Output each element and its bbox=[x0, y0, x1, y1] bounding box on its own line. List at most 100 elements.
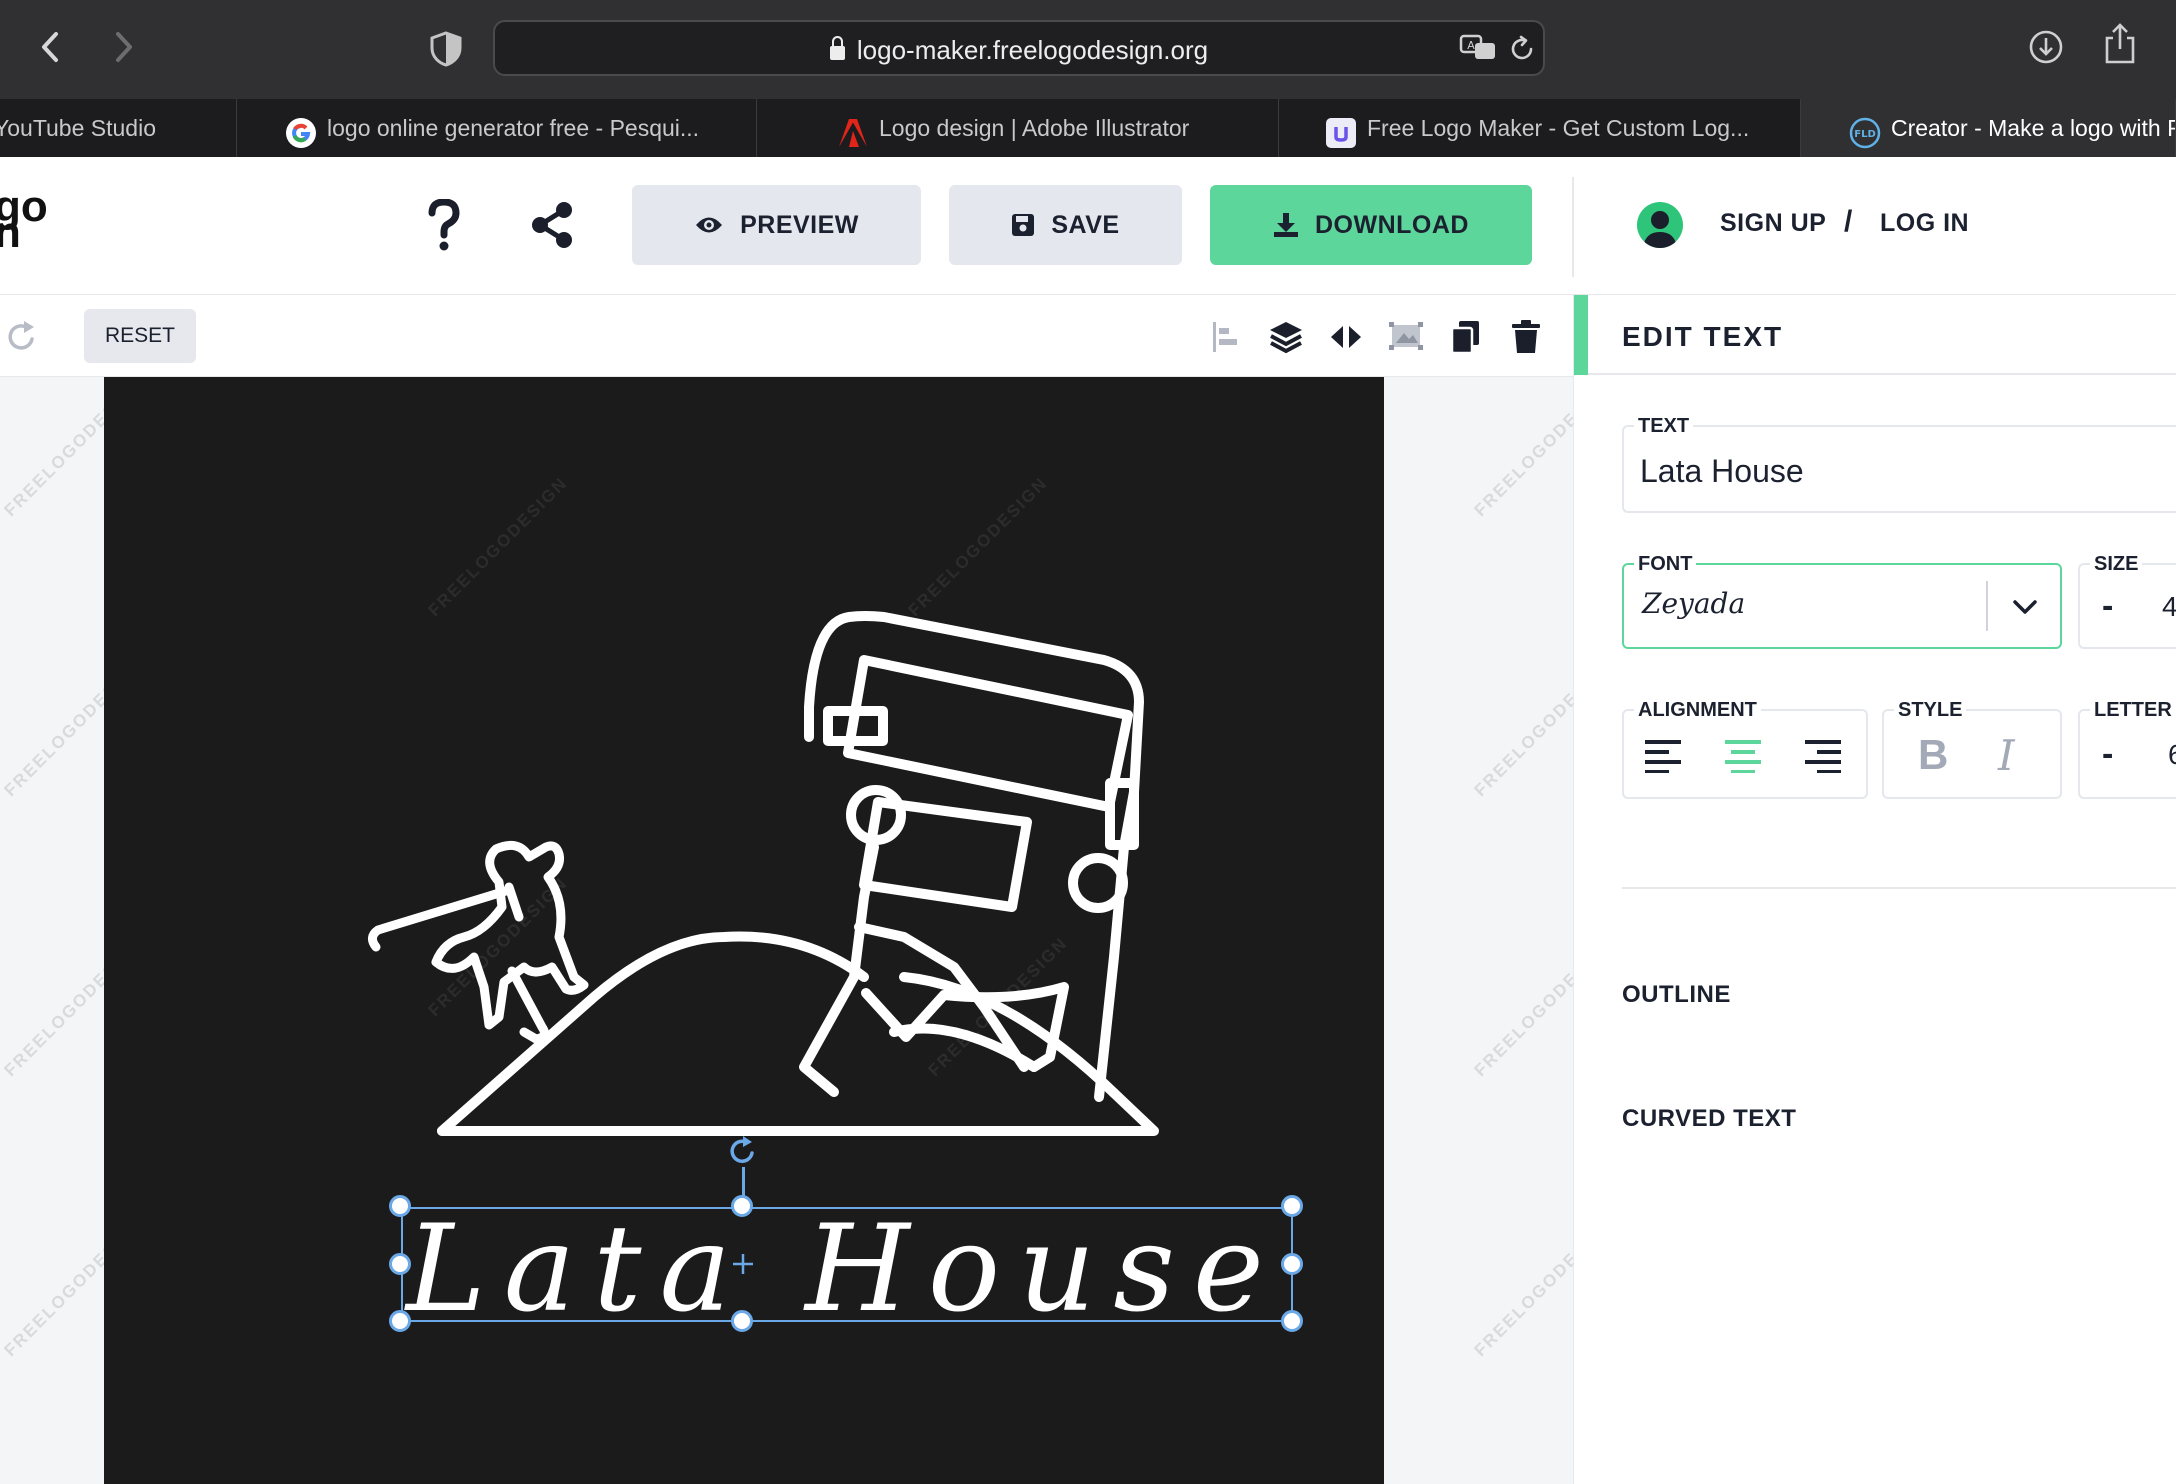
alignment-label: ALIGNMENT bbox=[1634, 699, 1761, 722]
tab-google-search[interactable]: logo online generator free - Pesqui... bbox=[237, 99, 757, 157]
translate-icon[interactable]: A bbox=[1459, 33, 1499, 63]
canvas-area: FREELOGODESIGN FREELOGODESIGN FREELOGODE… bbox=[0, 377, 1573, 1484]
font-label: FONT bbox=[1634, 553, 1697, 576]
style-label: STYLE bbox=[1894, 699, 1967, 722]
share-nodes-icon[interactable] bbox=[530, 201, 574, 249]
align-objects-icon[interactable] bbox=[1208, 319, 1244, 355]
size-decrease-button[interactable]: - bbox=[2102, 587, 2113, 626]
text-field-label: TEXT bbox=[1634, 415, 1694, 438]
select-divider bbox=[1986, 581, 1988, 631]
font-select[interactable]: FONT Zeyada bbox=[1622, 553, 2062, 649]
edit-text-panel: EDIT TEXT TEXT Lata House FONT Zeyada SI… bbox=[1573, 295, 2176, 1484]
size-value[interactable]: 4 bbox=[2162, 591, 2176, 623]
layers-icon[interactable] bbox=[1268, 319, 1304, 355]
chevron-down-icon[interactable] bbox=[2010, 593, 2040, 621]
google-icon bbox=[285, 112, 317, 148]
curved-text-toggle[interactable]: CURVED TEXT bbox=[1622, 1105, 1796, 1133]
reload-icon[interactable] bbox=[1507, 34, 1537, 64]
preview-label: PREVIEW bbox=[740, 210, 859, 239]
preview-button[interactable]: PREVIEW bbox=[632, 185, 921, 265]
size-label: SIZE bbox=[2090, 553, 2143, 576]
tab-bar: YouTube Studio logo online generator fre… bbox=[0, 99, 2176, 157]
section-divider bbox=[1622, 887, 2176, 889]
resize-handle-tl[interactable] bbox=[389, 1195, 411, 1217]
outline-toggle[interactable]: OUTLINE bbox=[1622, 981, 1731, 1009]
resize-handle-br[interactable] bbox=[1281, 1310, 1303, 1332]
tab-adobe-illustrator[interactable]: Logo design | Adobe Illustrator bbox=[757, 99, 1279, 157]
align-left-icon[interactable] bbox=[1644, 737, 1682, 773]
text-field[interactable]: TEXT Lata House bbox=[1622, 415, 2176, 513]
avatar[interactable] bbox=[1637, 202, 1683, 248]
panel-divider bbox=[1588, 373, 2176, 375]
bold-toggle[interactable]: B bbox=[1918, 731, 1948, 779]
panel-accent-bar bbox=[1574, 295, 1588, 375]
browser-toolbar: logo-maker.freelogodesign.org A bbox=[0, 0, 2176, 99]
tab-label: YouTube Studio bbox=[0, 115, 156, 141]
letter-decrease-button[interactable]: - bbox=[2102, 735, 2113, 774]
tab-youtube-studio[interactable]: YouTube Studio bbox=[0, 99, 237, 157]
app-header: go n PREVIEW SAVE DOWNLOAD SIGN UP / LOG… bbox=[0, 157, 2176, 295]
svg-text:FLD: FLD bbox=[1854, 129, 1876, 140]
downloads-icon[interactable] bbox=[2027, 28, 2065, 66]
align-center-icon[interactable] bbox=[1724, 737, 1762, 773]
italic-toggle[interactable]: I bbox=[1998, 731, 2015, 780]
text-input[interactable]: Lata House bbox=[1640, 453, 1804, 490]
tab-label: Logo design | Adobe Illustrator bbox=[879, 115, 1190, 141]
adobe-icon bbox=[837, 112, 869, 147]
letter-label: LETTER bbox=[2090, 699, 2176, 722]
watermark: FREELOGODESIGN bbox=[1470, 377, 1573, 521]
tab-free-logo-maker[interactable]: Free Logo Maker - Get Custom Log... bbox=[1279, 99, 1801, 157]
jeep-dog-illustration[interactable] bbox=[104, 377, 1384, 1177]
save-label: SAVE bbox=[1051, 210, 1120, 239]
resize-handle-mr[interactable] bbox=[1281, 1253, 1303, 1275]
letter-spacing-stepper[interactable]: LETTER - 6 bbox=[2078, 699, 2176, 799]
watermark: FREELOGODESIGN bbox=[1470, 653, 1573, 801]
log-in-link[interactable]: LOG IN bbox=[1880, 209, 1969, 238]
resize-handle-bl[interactable] bbox=[389, 1310, 411, 1332]
download-button[interactable]: DOWNLOAD bbox=[1210, 185, 1532, 265]
edit-toolbar: RESET bbox=[0, 295, 1573, 377]
back-icon[interactable] bbox=[26, 22, 76, 72]
resize-handle-ml[interactable] bbox=[389, 1253, 411, 1275]
sign-up-link[interactable]: SIGN UP bbox=[1720, 209, 1826, 238]
flip-icon[interactable] bbox=[1328, 319, 1364, 355]
forward-icon[interactable] bbox=[98, 22, 148, 72]
duplicate-icon[interactable] bbox=[1448, 319, 1484, 355]
watermark: FREELOGODESIGN bbox=[1470, 1213, 1573, 1361]
group-icon[interactable] bbox=[1388, 319, 1424, 355]
alignment-group: ALIGNMENT bbox=[1622, 699, 1868, 799]
tab-label: logo online generator free - Pesqui... bbox=[327, 115, 700, 141]
align-right-icon[interactable] bbox=[1804, 737, 1842, 773]
auth-separator: / bbox=[1844, 205, 1853, 238]
shield-icon[interactable] bbox=[428, 30, 464, 68]
logo-maker-icon bbox=[1325, 112, 1357, 148]
share-icon[interactable] bbox=[2101, 22, 2139, 66]
selection-box bbox=[401, 1207, 1293, 1322]
tab-creator[interactable]: FLD Creator - Make a logo with F bbox=[1801, 99, 2176, 157]
watermark: FREELOGODESIGN bbox=[1470, 933, 1573, 1081]
download-icon bbox=[1274, 213, 1298, 237]
tab-label: Creator - Make a logo with F bbox=[1891, 115, 2176, 141]
address-bar[interactable]: logo-maker.freelogodesign.org A bbox=[493, 20, 1545, 76]
rotate-handle-icon[interactable] bbox=[726, 1135, 760, 1169]
reset-button[interactable]: RESET bbox=[84, 309, 196, 363]
letter-value[interactable]: 6 bbox=[2168, 739, 2176, 771]
panel-title: EDIT TEXT bbox=[1622, 321, 1784, 352]
help-icon[interactable] bbox=[424, 198, 464, 253]
url-text: logo-maker.freelogodesign.org bbox=[856, 35, 1209, 65]
save-button[interactable]: SAVE bbox=[949, 185, 1182, 265]
delete-icon[interactable] bbox=[1508, 319, 1544, 355]
size-stepper[interactable]: SIZE - 4 bbox=[2078, 553, 2176, 649]
resize-handle-bm[interactable] bbox=[731, 1310, 753, 1332]
redo-icon[interactable] bbox=[4, 319, 40, 355]
style-group: STYLE B I bbox=[1882, 699, 2062, 799]
font-select-value: Zeyada bbox=[1642, 587, 1746, 620]
eye-icon bbox=[696, 217, 723, 233]
resize-handle-tr[interactable] bbox=[1281, 1195, 1303, 1217]
resize-handle-tm[interactable] bbox=[731, 1195, 753, 1217]
center-crosshair-icon bbox=[731, 1252, 755, 1276]
logo-canvas[interactable]: FREELOGODESIGN FREELOGODESIGN FREELOGODE… bbox=[104, 377, 1384, 1484]
header-divider bbox=[1572, 177, 1574, 277]
site-logo[interactable]: go n bbox=[0, 185, 48, 255]
download-label: DOWNLOAD bbox=[1315, 210, 1469, 239]
